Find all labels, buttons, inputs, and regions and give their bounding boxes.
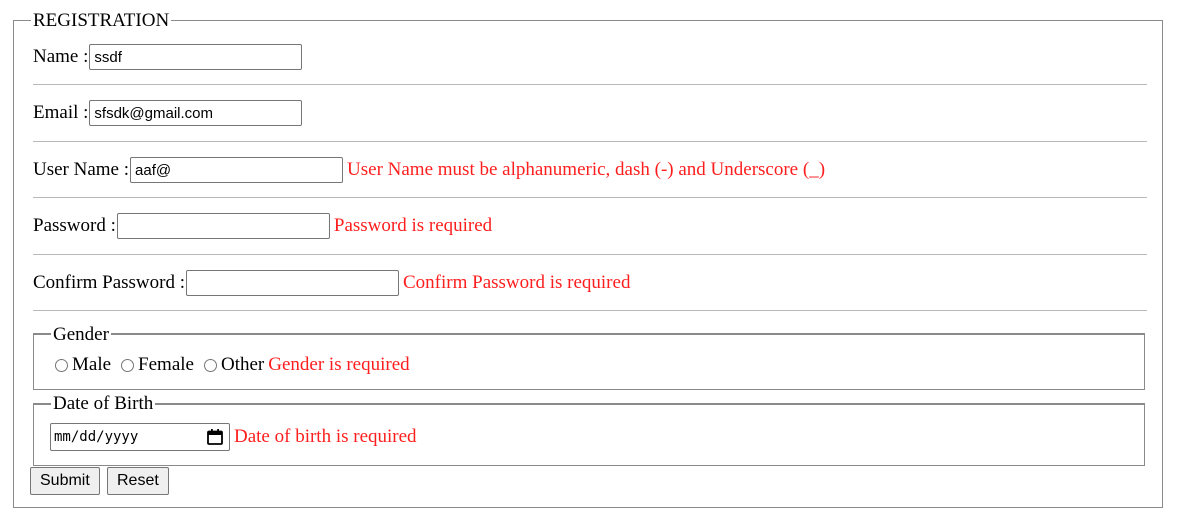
confirm-password-row: Confirm Password : Confirm Password is r… <box>33 268 630 298</box>
name-label: Name : <box>33 46 89 67</box>
dob-row: mm/dd/yyyy Date of birth is required <box>50 422 417 452</box>
gender-error: Gender is required <box>268 354 410 375</box>
confirm-password-error: Confirm Password is required <box>403 272 631 293</box>
password-row: Password : Password is required <box>33 211 492 241</box>
username-label: User Name : <box>33 159 130 180</box>
username-error: User Name must be alphanumeric, dash (-)… <box>347 159 826 180</box>
radio-circle-icon[interactable] <box>203 358 217 372</box>
registration-legend: REGISTRATION <box>31 10 172 32</box>
gender-option-male[interactable]: Male <box>55 354 111 376</box>
password-label: Password : <box>33 215 116 236</box>
email-label: Email : <box>33 102 89 123</box>
gender-option-other[interactable]: Other <box>203 354 265 376</box>
gender-option-female[interactable]: Female <box>121 354 194 376</box>
confirm-password-input[interactable] <box>186 270 399 296</box>
password-input[interactable] <box>116 213 330 239</box>
email-input[interactable] <box>89 100 303 126</box>
gender-legend: Gender <box>51 324 111 345</box>
radio-circle-icon[interactable] <box>55 358 68 372</box>
calendar-icon[interactable] <box>206 428 224 446</box>
gender-option-label: Other <box>220 354 265 375</box>
username-row: User Name : User Name must be alphanumer… <box>33 155 825 185</box>
confirm-password-label: Confirm Password : <box>33 272 185 293</box>
divider <box>33 310 1147 311</box>
password-error: Password is required <box>333 215 493 236</box>
divider <box>33 197 1147 198</box>
dob-legend: Date of Birth <box>51 393 156 414</box>
email-row: Email : <box>33 98 303 128</box>
dob-placeholder: mm/dd/yyyy <box>54 429 139 445</box>
submit-button[interactable]: Submit <box>30 467 100 495</box>
reset-button[interactable]: Reset <box>107 467 169 495</box>
divider <box>33 254 1147 255</box>
name-input[interactable] <box>89 44 303 70</box>
gender-option-label: Female <box>138 354 194 375</box>
divider <box>33 141 1147 142</box>
name-row: Name : <box>33 42 303 72</box>
divider <box>33 84 1147 85</box>
gender-row: Male Female Other Gender is required <box>55 350 410 380</box>
radio-circle-icon[interactable] <box>121 358 135 372</box>
username-input[interactable] <box>130 157 344 183</box>
dob-error: Date of birth is required <box>234 426 417 447</box>
dob-input[interactable]: mm/dd/yyyy <box>50 423 230 451</box>
gender-option-label: Male <box>72 354 112 375</box>
